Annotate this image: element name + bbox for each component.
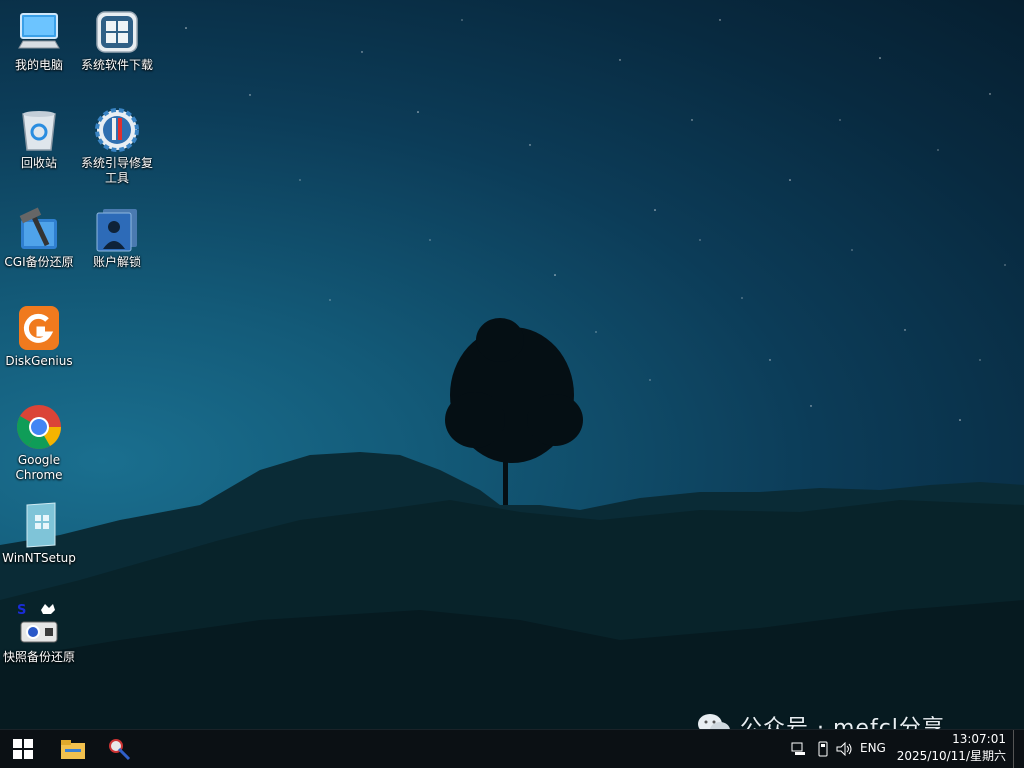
desktop-icon-label: 快照备份还原 — [2, 650, 75, 664]
desktop-icon-label: DiskGenius — [5, 354, 73, 368]
show-desktop-button[interactable] — [1013, 730, 1024, 768]
diskgenius-icon — [15, 304, 63, 352]
svg-text:S: S — [17, 603, 26, 618]
network-icon[interactable] — [790, 741, 808, 757]
desktop-icon-label: 我的电脑 — [14, 58, 63, 72]
desktop-icon-label: 系统引导修复 工具 — [80, 156, 153, 185]
paint-tool-icon — [109, 739, 131, 761]
taskbar: ENG 13:07:01 2025/10/11/星期六 — [0, 729, 1024, 768]
desktop-icon-my-computer[interactable]: 我的电脑 — [0, 8, 78, 73]
app-store-icon — [93, 8, 141, 56]
windows-start-icon — [13, 739, 33, 759]
gear-tools-icon — [93, 106, 141, 154]
taskbar-paint-tool[interactable] — [96, 730, 142, 768]
desktop-icon-label: CGI备份还原 — [4, 255, 74, 269]
clock-date: 2025/10/11/星期六 — [896, 749, 1006, 763]
input-language[interactable]: ENG — [860, 741, 886, 755]
desktop-icon-snapshot-backup[interactable]: S 快照备份还原 — [0, 600, 78, 665]
desktop-icon-winntsetup[interactable]: WinNTSetup — [0, 501, 78, 566]
winntsetup-icon — [15, 501, 63, 549]
desktop-icon-system-software-download[interactable]: 系统软件下载 — [78, 8, 156, 73]
start-button[interactable] — [0, 730, 46, 768]
desktop-icon-boot-repair-tool[interactable]: 系统引导修复 工具 — [78, 106, 156, 186]
chrome-icon — [15, 403, 63, 451]
file-explorer-icon — [61, 740, 85, 759]
hammer-icon — [15, 205, 63, 253]
desktop-icon-label: WinNTSetup — [2, 551, 76, 565]
desktop-icon-label: 账户解锁 — [92, 255, 141, 269]
recycle-bin-icon — [15, 106, 63, 154]
clock[interactable]: 13:07:01 2025/10/11/星期六 — [892, 731, 1006, 765]
clock-time: 13:07:01 — [952, 732, 1006, 746]
snapshot-icon: S — [15, 600, 63, 648]
taskbar-file-explorer[interactable] — [50, 730, 96, 768]
desktop-icon-diskgenius[interactable]: DiskGenius — [0, 304, 78, 369]
system-tray: ENG 13:07:01 2025/10/11/星期六 — [784, 730, 1024, 768]
desktop-icon-label: Google Chrome — [15, 453, 63, 482]
desktop-icon-label: 回收站 — [20, 156, 57, 170]
desktop-icon-recycle-bin[interactable]: 回收站 — [0, 106, 78, 171]
computer-icon — [15, 8, 63, 56]
desktop-icon-cgi-backup-restore[interactable]: CGI备份还原 — [0, 205, 78, 270]
desktop-icon-label: 系统软件下载 — [80, 58, 153, 72]
desktop-icon-google-chrome[interactable]: Google Chrome — [0, 403, 78, 483]
usb-icon[interactable] — [814, 741, 832, 757]
volume-icon[interactable] — [836, 741, 854, 757]
desktop-icon-account-unlock[interactable]: 账户解锁 — [78, 205, 156, 270]
user-silhouette-icon — [93, 205, 141, 253]
